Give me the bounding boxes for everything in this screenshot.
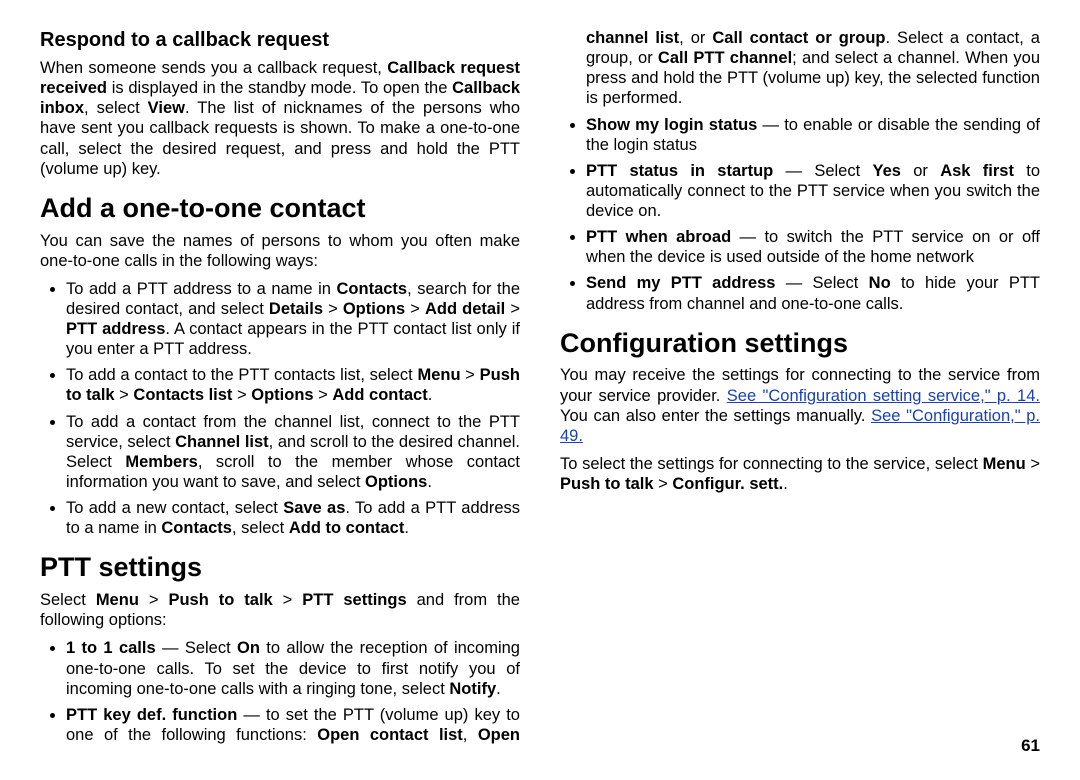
list-item: Send my PTT address — Select No to hide … bbox=[586, 273, 1040, 313]
list-item: PTT status in startup — Select Yes or As… bbox=[586, 161, 1040, 221]
heading-add-contact: Add a one-to-one contact bbox=[40, 193, 520, 225]
manual-page: Respond to a callback request When someo… bbox=[0, 0, 1080, 780]
list-item: To add a PTT address to a name in Contac… bbox=[66, 279, 520, 360]
page-number: 61 bbox=[1015, 736, 1040, 756]
respond-body: When someone sends you a callback reques… bbox=[40, 58, 520, 179]
heading-configuration: Configuration settings bbox=[560, 328, 1040, 360]
heading-ptt-settings: PTT settings bbox=[40, 552, 520, 584]
add-contact-list: To add a PTT address to a name in Contac… bbox=[40, 279, 520, 539]
list-item: To add a contact from the channel list, … bbox=[66, 412, 520, 493]
link-config-service[interactable]: See "Configuration setting service," p. … bbox=[727, 387, 1040, 405]
ptt-settings-intro: Select Menu > Push to talk > PTT setting… bbox=[40, 590, 520, 630]
list-item: PTT when abroad — to switch the PTT serv… bbox=[586, 227, 1040, 267]
list-item: To add a new contact, select Save as. To… bbox=[66, 498, 520, 538]
list-item: To add a contact to the PTT contacts lis… bbox=[66, 365, 520, 405]
list-item: Show my login status — to enable or disa… bbox=[586, 115, 1040, 155]
list-item: 1 to 1 calls — Select On to allow the re… bbox=[66, 638, 520, 698]
config-body-2: To select the settings for connecting to… bbox=[560, 454, 1040, 494]
add-contact-intro: You can save the names of persons to who… bbox=[40, 231, 520, 271]
config-body-1: You may receive the settings for connect… bbox=[560, 365, 1040, 446]
heading-respond-callback: Respond to a callback request bbox=[40, 28, 520, 52]
